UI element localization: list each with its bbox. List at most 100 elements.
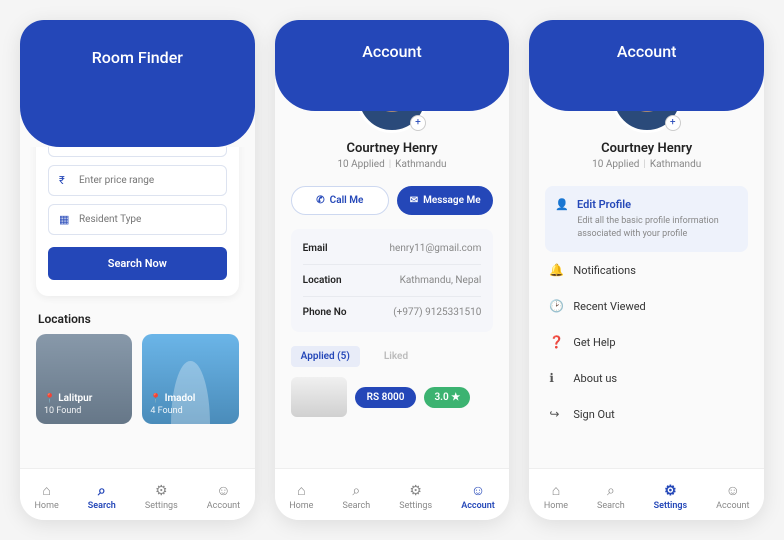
content: + Courtney Henry 10 Applied|Kathmandu 👤 E…: [529, 111, 764, 468]
menu-recent-viewed[interactable]: 🕑 Recent Viewed: [545, 288, 748, 324]
nav-search[interactable]: ⌕ Search: [88, 483, 116, 511]
nav-label: Settings: [399, 501, 432, 511]
location-card-lalitpur[interactable]: 📍Lalitpur 10 Found: [36, 334, 132, 424]
header: Account: [275, 20, 510, 111]
resident-type-row[interactable]: ▦: [48, 204, 227, 235]
user-icon: 👤: [555, 198, 569, 211]
resident-type-input[interactable]: [79, 214, 216, 225]
info-icon: ℹ: [549, 371, 563, 385]
locations-section-title: Locations: [38, 312, 237, 326]
signout-icon: ↪: [549, 407, 563, 421]
avatar-add-icon[interactable]: +: [665, 115, 681, 131]
menu-edit-profile[interactable]: 👤 Edit Profile Edit all the basic profile…: [545, 186, 748, 252]
nav-label: Account: [716, 501, 749, 511]
profile-subtitle: 10 Applied|Kathmandu: [545, 159, 748, 170]
rating-badge: 3.0 ★: [424, 387, 470, 408]
settings-icon: ⚙: [409, 483, 422, 499]
header-title: Account: [362, 42, 422, 61]
advance-search-card: Advance Search ⚲ ₹ ▦ Search Now: [36, 147, 239, 296]
nav-settings[interactable]: ⚙ Settings: [145, 483, 178, 511]
nav-account[interactable]: ☺Account: [461, 482, 495, 511]
home-icon: ⌂: [552, 482, 560, 499]
bell-icon: 🔔: [549, 263, 563, 277]
tab-liked[interactable]: Liked: [374, 346, 418, 367]
nav-settings[interactable]: ⚙ Settings: [399, 483, 432, 511]
nav-settings[interactable]: ⚙ Settings: [654, 483, 688, 511]
message-me-button[interactable]: ✉Message Me: [397, 186, 493, 215]
location-overlay: 📍Imadol 4 Found: [150, 393, 195, 416]
nav-label: Search: [88, 501, 116, 511]
menu-notifications[interactable]: 🔔 Notifications: [545, 252, 748, 288]
menu-label: Get Help: [573, 336, 615, 349]
location-overlay: 📍Lalitpur 10 Found: [44, 393, 92, 416]
header: Account: [529, 20, 764, 111]
nav-home[interactable]: ⌂Home: [289, 482, 313, 511]
avatar-add-icon[interactable]: +: [410, 115, 426, 131]
menu-label: Notifications: [573, 264, 636, 277]
nav-label: Account: [461, 501, 495, 511]
profile-name: Courtney Henry: [291, 141, 494, 156]
nav-home[interactable]: ⌂ Home: [544, 482, 568, 511]
phone-value: (+977) 9125331510: [393, 307, 481, 318]
call-me-button[interactable]: ✆ Call Me: [291, 186, 389, 215]
nav-home[interactable]: ⌂Home: [35, 482, 59, 511]
location-name: Lalitpur: [58, 393, 92, 404]
menu-sign-out[interactable]: ↪ Sign Out: [545, 396, 748, 432]
bottom-nav: ⌂Home ⌕Search ⚙ Settings ☺Account: [275, 468, 510, 520]
avatar-wrap: +: [611, 111, 683, 133]
tab-applied[interactable]: Applied (5): [291, 346, 360, 367]
location-value: Kathmandu, Nepal: [400, 275, 482, 286]
email-label: Email: [303, 243, 328, 254]
profile-subtitle: 10 Applied|Kathmandu: [291, 159, 494, 170]
clock-icon: 🕑: [549, 299, 563, 313]
header: Room Finder: [20, 20, 255, 147]
edit-profile-title: Edit Profile: [577, 198, 631, 211]
phone-label: Phone No: [303, 307, 347, 318]
search-icon: ⌕: [607, 483, 615, 499]
price-input-row[interactable]: ₹: [48, 165, 227, 196]
menu-label: Recent Viewed: [573, 300, 645, 313]
nav-label: Settings: [145, 501, 178, 511]
info-row-email: Email henry11@gmail.com: [303, 233, 482, 265]
location-card-imadol[interactable]: 📍Imadol 4 Found: [142, 334, 238, 424]
nav-account[interactable]: ☺Account: [207, 482, 240, 511]
home-icon: ⌂: [297, 482, 305, 499]
nav-label: Home: [544, 501, 568, 511]
content: Advance Search ⚲ ₹ ▦ Search Now Location…: [20, 147, 255, 468]
nav-label: Settings: [654, 501, 688, 511]
nav-search[interactable]: ⌕Search: [597, 483, 625, 511]
location-count: 4 Found: [150, 406, 195, 416]
info-box: Email henry11@gmail.com Location Kathmandu…: [291, 229, 494, 332]
search-now-button[interactable]: Search Now: [48, 247, 227, 280]
edit-profile-desc: Edit all the basic profile information a…: [555, 215, 738, 240]
profile-name: Courtney Henry: [545, 141, 748, 156]
account-icon: ☺: [726, 482, 740, 499]
menu-about-us[interactable]: ℹAbout us: [545, 360, 748, 396]
price-input[interactable]: [79, 175, 216, 186]
listing-item[interactable]: RS 8000 3.0 ★: [291, 377, 494, 417]
applied-count: 10 Applied: [337, 159, 384, 170]
settings-icon: ⚙: [155, 483, 168, 499]
nav-label: Account: [207, 501, 240, 511]
nav-account[interactable]: ☺ Account: [716, 482, 749, 511]
header-title: Account: [617, 42, 677, 61]
phone-account-details: Account + Courtney Henry 10 Applied|Kath…: [275, 20, 510, 520]
nav-search[interactable]: ⌕Search: [343, 483, 371, 511]
action-row: ✆ Call Me ✉Message Me: [291, 186, 494, 215]
phone-search-screen: Room Finder Advance Search ⚲ ₹ ▦ Search …: [20, 20, 255, 520]
menu-label: Sign Out: [573, 408, 614, 421]
profile-location: Kathmandu: [395, 159, 446, 170]
email-value: henry11@gmail.com: [390, 243, 482, 254]
mail-icon: ✉: [410, 195, 418, 206]
location-name: Imadol: [165, 393, 196, 404]
menu-get-help[interactable]: ❓Get Help: [545, 324, 748, 360]
search-icon: ⌕: [98, 483, 106, 499]
location-cards: 📍Lalitpur 10 Found 📍Imadol 4 Found: [36, 334, 239, 424]
applied-count: 10 Applied: [592, 159, 639, 170]
bottom-nav: ⌂ Home ⌕Search ⚙ Settings ☺ Account: [529, 468, 764, 520]
phone-icon: ✆: [316, 195, 324, 206]
call-label: Call Me: [330, 195, 364, 206]
location-label: Location: [303, 275, 342, 286]
address-input-row[interactable]: ⚲: [48, 147, 227, 157]
settings-icon: ⚙: [664, 483, 677, 499]
